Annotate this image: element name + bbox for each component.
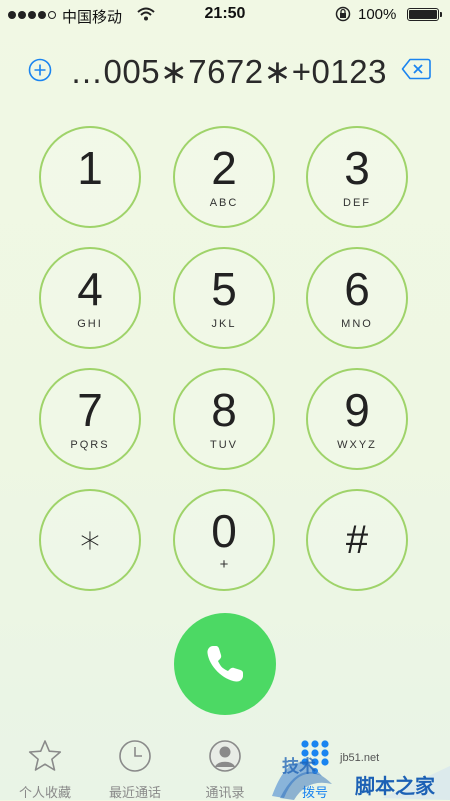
watermark-tech-text: 技术 — [282, 757, 316, 776]
watermark-brand: 脚本之家 — [355, 776, 435, 798]
battery-icon — [407, 8, 442, 21]
contacts-icon — [209, 740, 241, 772]
battery-percent: 100% — [358, 6, 397, 23]
orientation-lock-icon — [335, 6, 351, 22]
key-letters: ABC — [209, 197, 239, 209]
key-8[interactable]: 8 TUV — [173, 368, 275, 470]
key-star[interactable]: ∗ — [39, 489, 141, 591]
key-digit: 2 — [211, 142, 237, 194]
tab-recents[interactable]: 最近通话 — [90, 730, 180, 800]
tab-label: 个人收藏 — [18, 785, 71, 800]
key-digit: # — [345, 518, 369, 562]
key-letters: + — [219, 556, 229, 573]
key-digit: 4 — [77, 263, 103, 315]
key-digit: 7 — [77, 384, 103, 436]
key-letters: DEF — [343, 197, 371, 209]
key-3[interactable]: 3 DEF — [306, 126, 408, 228]
key-letters: PQRS — [70, 439, 110, 451]
key-4[interactable]: 4 GHI — [39, 247, 141, 349]
key-2[interactable]: 2 ABC — [173, 126, 275, 228]
status-bar: 中国移动 21:50 100% — [0, 0, 450, 30]
key-digit: 9 — [344, 384, 370, 436]
key-digit: 6 — [344, 263, 370, 315]
backspace-icon[interactable] — [401, 58, 431, 80]
key-0[interactable]: 0 + — [173, 489, 275, 591]
key-7[interactable]: 7 PQRS — [39, 368, 141, 470]
star-icon — [28, 740, 62, 771]
key-letters: MNO — [341, 318, 373, 330]
number-display: …005∗7672∗+0123 — [70, 53, 387, 90]
key-letters: JKL — [211, 318, 237, 330]
tab-favorites[interactable]: 个人收藏 — [0, 730, 90, 800]
key-letters: TUV — [210, 439, 238, 451]
phone-icon — [207, 646, 243, 682]
tab-label: 通讯录 — [205, 785, 245, 800]
key-digit: 8 — [211, 384, 237, 436]
key-6[interactable]: 6 MNO — [306, 247, 408, 349]
tab-label: 最近通话 — [108, 785, 161, 800]
key-letters: GHI — [77, 318, 103, 330]
key-9[interactable]: 9 WXYZ — [306, 368, 408, 470]
key-digit: ∗ — [77, 518, 103, 562]
key-1[interactable]: 1 — [39, 126, 141, 228]
key-hash[interactable]: # — [306, 489, 408, 591]
key-digit: 1 — [77, 142, 103, 194]
watermark-url: jb51.net — [340, 752, 380, 764]
call-button[interactable] — [174, 613, 276, 715]
key-digit: 0 — [211, 505, 237, 557]
key-5[interactable]: 5 JKL — [173, 247, 275, 349]
tab-contacts[interactable]: 通讯录 — [180, 730, 270, 800]
key-digit: 5 — [211, 263, 237, 315]
clock-icon — [119, 740, 151, 772]
key-letters: WXYZ — [337, 439, 377, 451]
key-digit: 3 — [344, 142, 370, 194]
plus-circle-icon[interactable] — [28, 58, 52, 82]
